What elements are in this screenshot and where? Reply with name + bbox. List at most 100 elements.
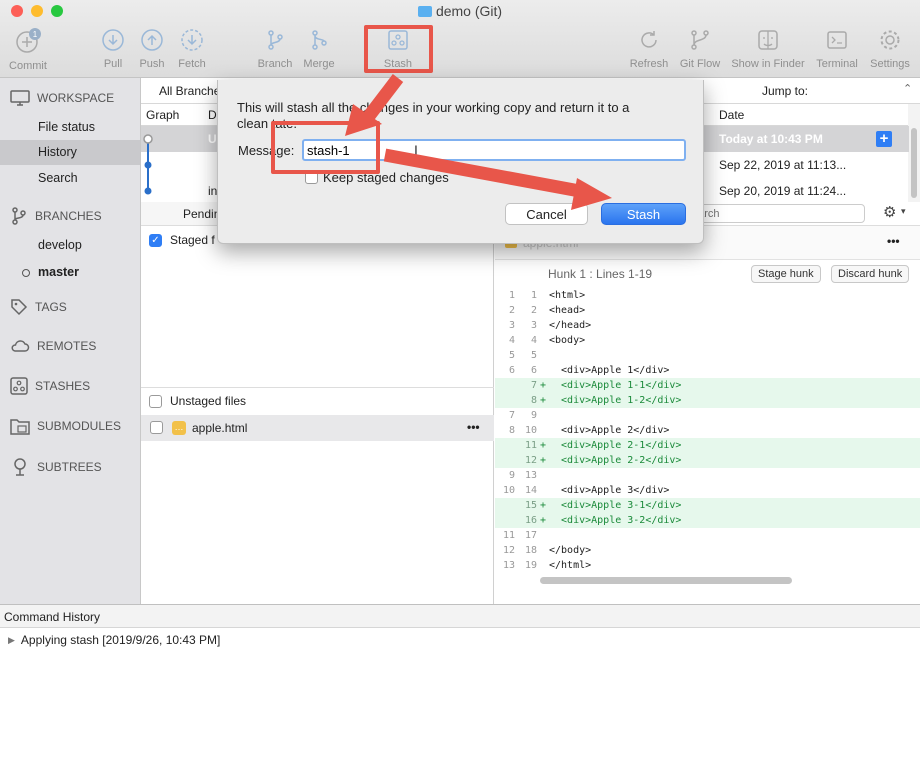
diff-line[interactable]: 11 + <div>Apple 2-1</div> [495,438,920,453]
diff-line[interactable]: 1 1 <html> [495,288,920,303]
branch-filter-select[interactable]: All Branche [159,84,220,98]
diff-line[interactable]: 3 3 </head> [495,318,920,333]
diff-search-input[interactable] [685,204,865,223]
stash-confirm-button[interactable]: Stash [601,203,686,225]
diff-line[interactable]: 10 14 <div>Apple 3</div> [495,483,920,498]
branch-icon [268,30,283,50]
sidebar-section-tags[interactable]: TAGS [10,298,67,316]
unstaged-checkbox[interactable] [149,394,162,408]
sidebar-section-subtrees[interactable]: SUBTREES [10,457,102,477]
old-line-number: 3 [508,320,515,331]
diff-line[interactable]: 6 6 <div>Apple 1</div> [495,363,920,378]
annotation-box-message [271,121,380,174]
merge-icon [312,30,327,50]
chevron-down-icon[interactable]: ▾ [901,206,906,217]
sidebar-section-workspace[interactable]: WORKSPACE [10,90,114,106]
new-line-number: 3 [530,320,537,331]
gear-icon[interactable]: ⚙︎ [883,203,896,221]
sidebar-item-search[interactable]: Search [0,166,140,191]
pull-button[interactable]: Pull [97,28,129,74]
merge-button[interactable]: Merge [299,28,339,74]
jump-to-label: Jump to: [762,84,809,98]
diff-line[interactable]: 12 + <div>Apple 2-2</div> [495,453,920,468]
settings-button[interactable]: Settings [866,28,914,74]
pending-tab[interactable]: Pendin [183,207,220,221]
terminal-button[interactable]: Terminal [813,28,861,74]
list-item[interactable]: … apple.html ••• [141,415,494,441]
history-scrollbar-thumb[interactable] [911,128,917,198]
diff-horizontal-scrollbar[interactable] [540,577,792,584]
command-history-entry[interactable]: ▶ Applying stash [2019/9/26, 10:43 PM] [8,633,220,647]
new-line-number: 18 [524,545,537,556]
tag-icon [11,299,28,316]
sidebar-section-stashes[interactable]: STASHES [10,377,90,395]
file-checkbox[interactable] [150,421,163,434]
diff-line[interactable]: 8 + <div>Apple 1-2</div> [495,393,920,408]
diff-line[interactable]: 79 [495,408,920,423]
new-line-number: 17 [524,530,537,541]
sidebar-item-develop[interactable]: develop [0,233,140,258]
old-line-number: 2 [508,305,515,316]
new-line-number: 6 [530,365,537,376]
disclosure-triangle-icon[interactable]: ▶ [8,635,15,646]
discard-hunk-button[interactable]: Discard hunk [831,265,910,283]
branch-icon [12,207,26,225]
diff-line[interactable]: 2 2 <head> [495,303,920,318]
history-scrollbar[interactable] [908,104,920,202]
diff-line[interactable]: 7 + <div>Apple 1-1</div> [495,378,920,393]
refresh-button[interactable]: Refresh [627,28,671,74]
diff-pane: ⚙︎ ▾ apple.html ••• Hunk 1 : Lines 1-19 … [495,202,920,604]
diff-line[interactable]: 9 13 [495,468,920,483]
column-description[interactable]: D [208,108,217,122]
new-line-number: 13 [524,470,537,481]
diff-code: <div>Apple 2</div> [549,425,670,436]
toolbar: demo (Git) 1 Commit Pull Push Fetch Bran… [0,0,920,78]
diff-line[interactable]: 15 + <div>Apple 3-1</div> [495,498,920,513]
hunk-title: Hunk 1 : Lines 1-19 [548,267,653,281]
fetch-button[interactable]: Fetch [174,28,210,74]
old-line-number: 8 [508,425,515,436]
staged-files-header[interactable]: ✓ Staged f [149,233,215,247]
diff-line[interactable]: 4 4 <body> [495,333,920,348]
sidebar-item-history[interactable]: History [0,140,140,165]
new-line-number: 19 [524,560,537,571]
diff-code: </html> [549,560,592,571]
more-options-icon[interactable]: ••• [887,234,900,248]
branch-button[interactable]: Branch [255,28,295,74]
stage-hunk-button[interactable]: Stage hunk [751,265,821,283]
staged-checkbox[interactable]: ✓ [149,233,162,247]
push-icon [141,29,163,51]
sidebar-section-branches[interactable]: BRANCHES [10,206,102,226]
more-options-icon[interactable]: ••• [467,420,480,434]
diff-line[interactable]: 16 + <div>Apple 3-2</div> [495,513,920,528]
window-title: demo (Git) [0,3,920,19]
add-icon[interactable]: + [876,131,892,147]
sidebar-item-file-status[interactable]: File status [0,115,140,140]
git-flow-button[interactable]: Git Flow [676,28,724,74]
commit-button[interactable]: 1 Commit [6,28,50,74]
sidebar-item-master[interactable]: master [0,260,140,285]
push-button[interactable]: Push [136,28,168,74]
sidebar-section-remotes[interactable]: REMOTES [10,339,96,353]
new-line-number: 16 [524,515,537,526]
old-line-number: 11 [502,530,515,541]
diff-sign: + [539,500,547,511]
jump-to-chevron-icon[interactable]: ⌃ [903,82,912,95]
diff-line[interactable]: 8 10 <div>Apple 2</div> [495,423,920,438]
diff-line[interactable]: 13 19 </html> [495,558,920,573]
cancel-button[interactable]: Cancel [505,203,588,225]
show-in-finder-button[interactable]: Show in Finder [727,28,809,74]
subtree-icon [14,458,26,476]
old-line-number: 4 [508,335,515,346]
diff-line[interactable]: 11 17 [495,528,920,543]
new-line-number: 14 [524,485,537,496]
divider [141,387,494,388]
new-line-number: 5 [530,350,537,361]
folder-icon [10,419,30,435]
unstaged-files-header[interactable]: Unstaged files [149,394,246,408]
diff-line[interactable]: 55 [495,348,920,363]
column-date[interactable]: Date [719,108,744,122]
sidebar-section-submodules[interactable]: SUBMODULES [10,417,121,435]
diff-line[interactable]: 12 18 </body> [495,543,920,558]
column-graph[interactable]: Graph [146,108,179,122]
